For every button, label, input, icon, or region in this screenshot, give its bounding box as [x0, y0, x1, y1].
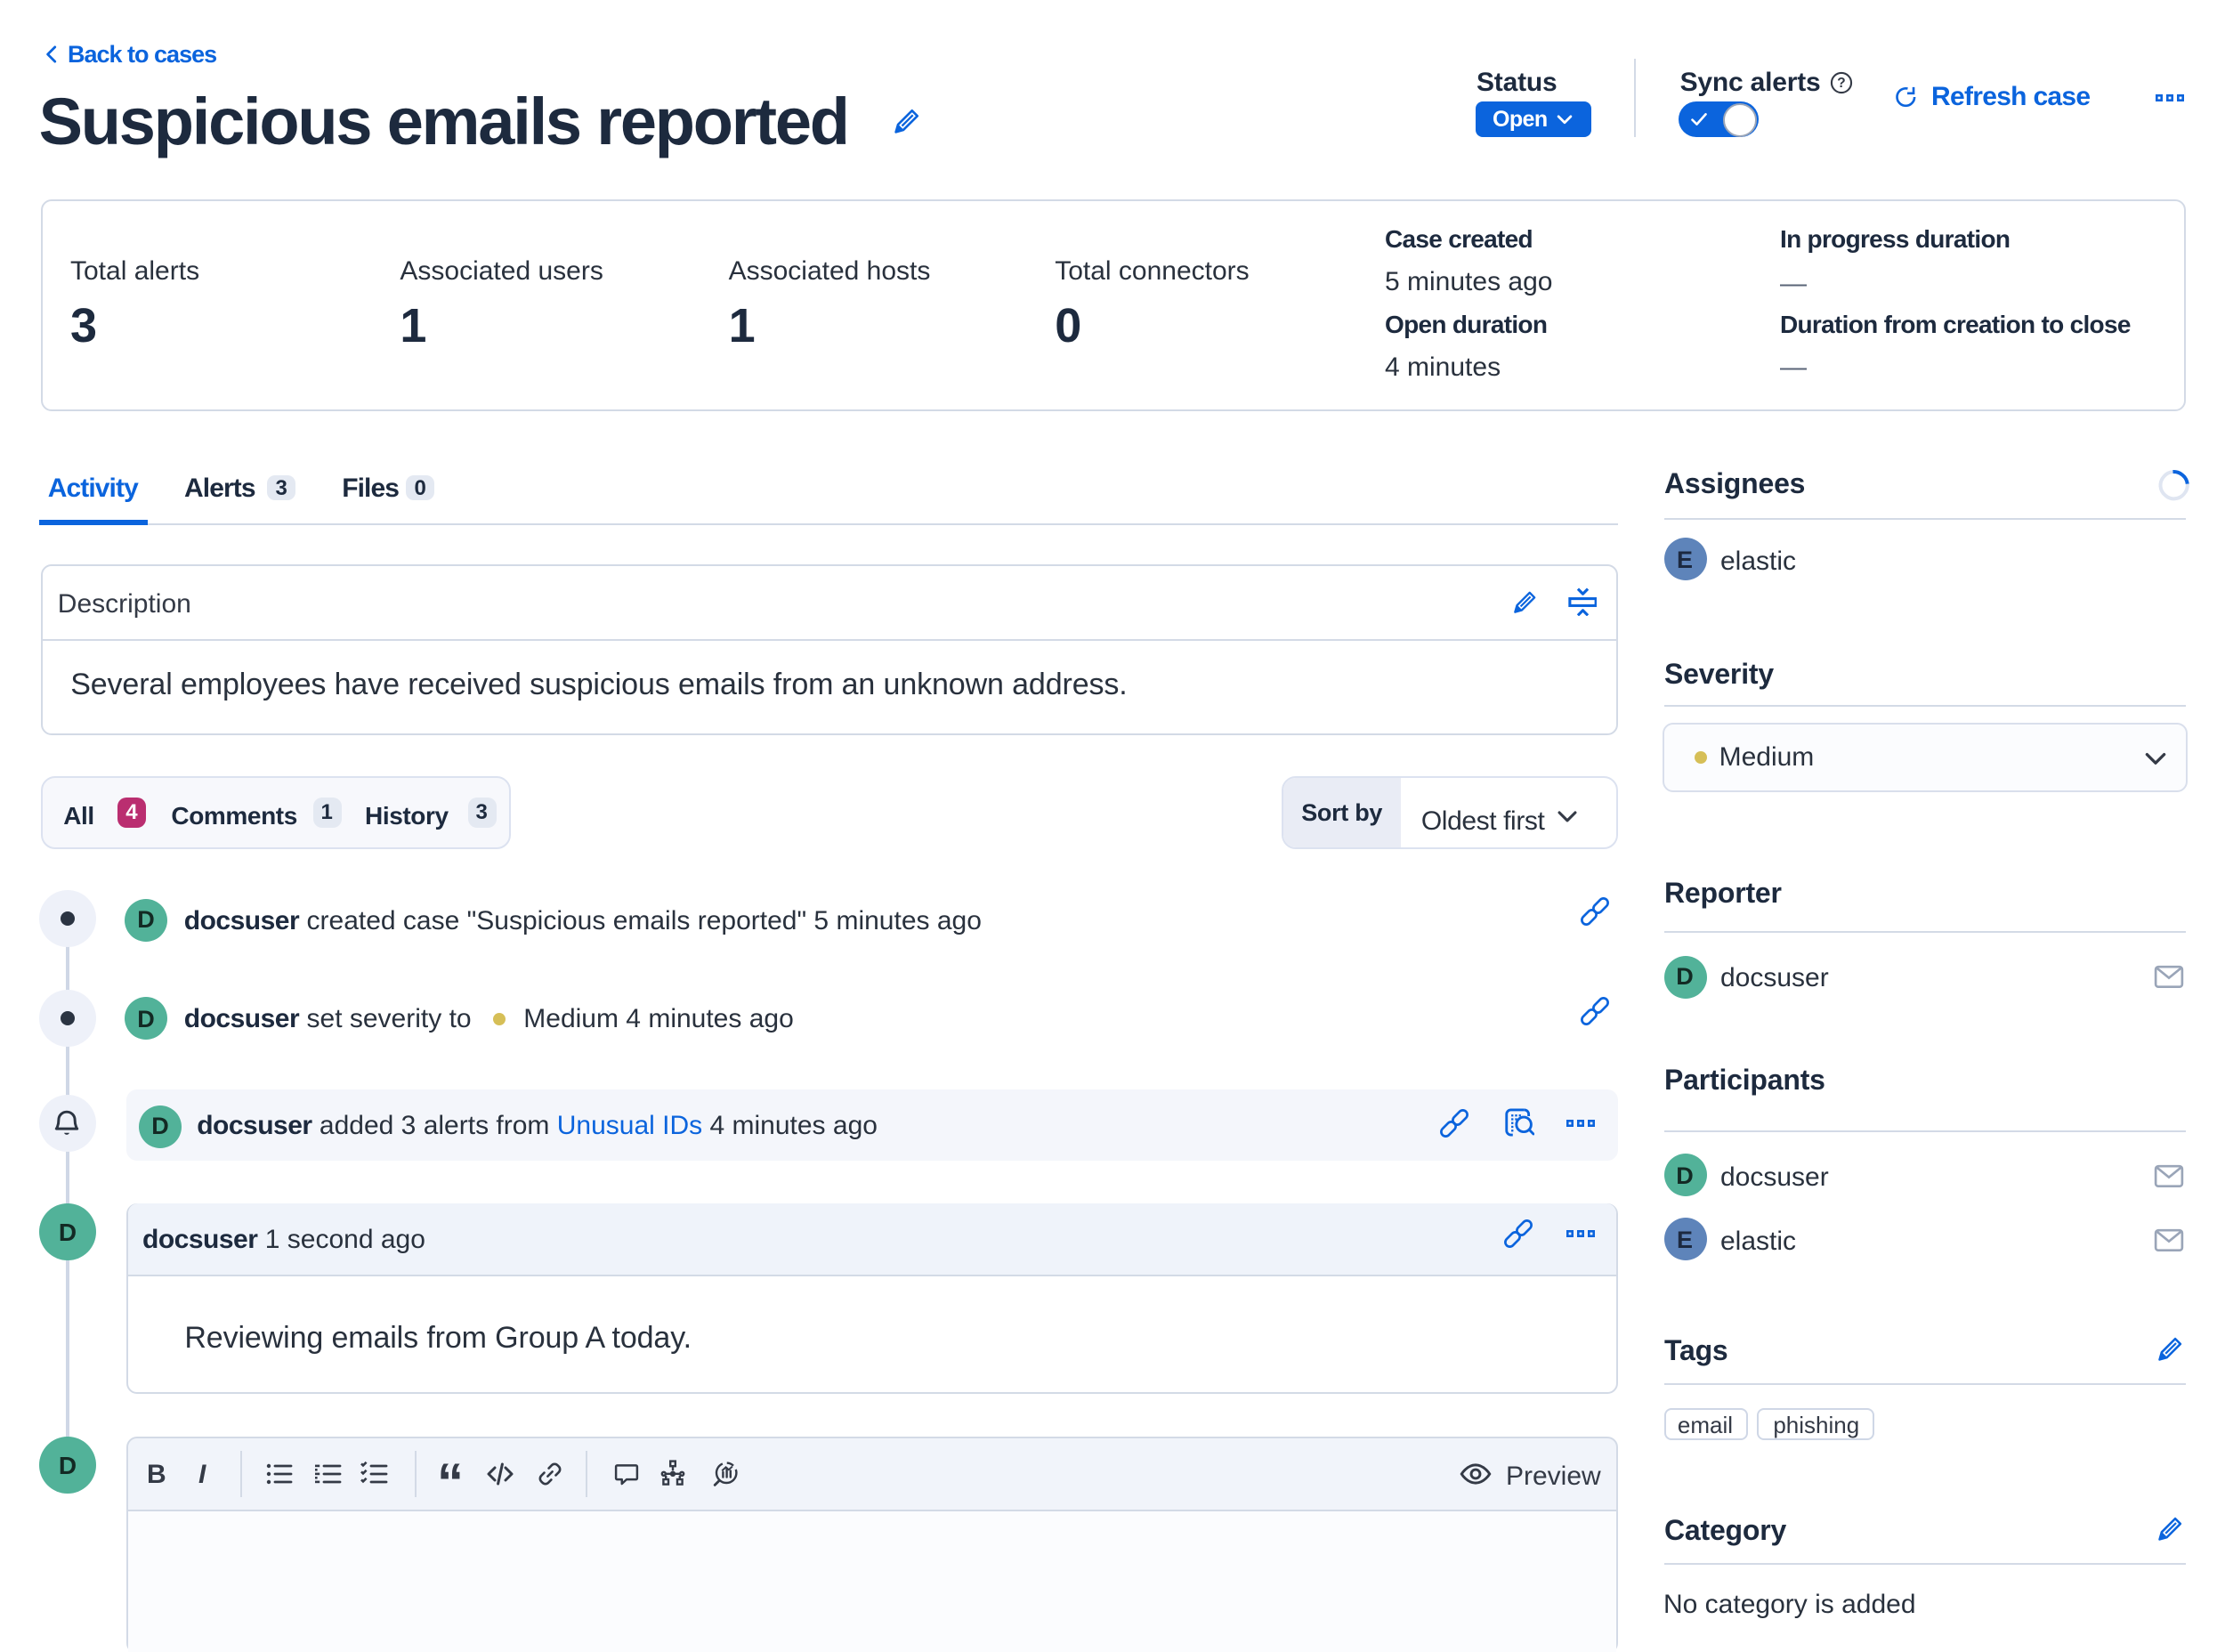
svg-text:?: ? [1837, 76, 1845, 91]
